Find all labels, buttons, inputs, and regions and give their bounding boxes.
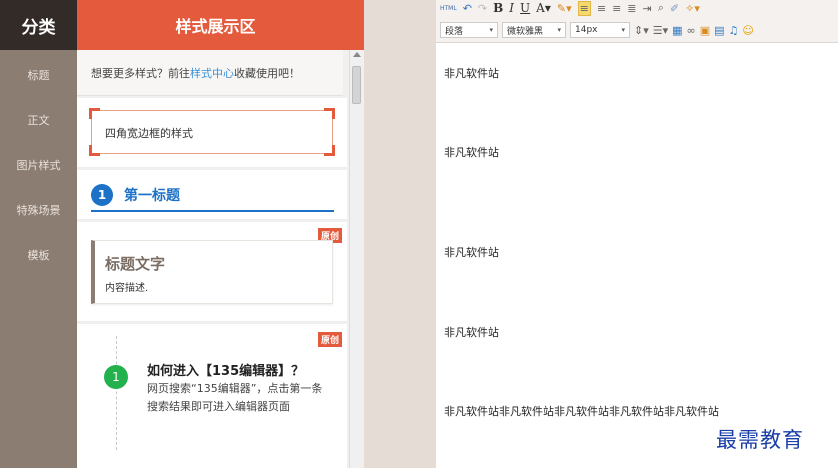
style-card-heading-box[interactable]: 原创 标题文字 内容描述. <box>77 222 347 322</box>
question-title: 如何进入【135编辑器】？ <box>147 364 305 379</box>
indent-icon[interactable]: ⇥ <box>643 2 652 15</box>
question-body: 网页搜索“135编辑器”，点击第一条搜索结果即可进入编辑器页面 <box>147 382 323 413</box>
original-badge: 原创 <box>318 332 342 347</box>
style-list: 想要更多样式？前往 样式中心 收藏使用吧！ 四角宽边框的样式 1 第一标题 原创 标… <box>77 50 364 468</box>
font-family-value: 微软雅黑 <box>507 26 544 37</box>
align-justify-icon[interactable]: ≣ <box>627 2 636 15</box>
editor-line: 非凡软件站 <box>444 146 499 159</box>
style-panel-header: 样式展示区 <box>77 0 364 50</box>
music-icon[interactable]: ♫ <box>729 24 739 37</box>
redo-icon[interactable]: ↷ <box>478 2 487 15</box>
chevron-down-icon: ▾ <box>557 26 561 34</box>
paragraph-format-select[interactable]: 段落 ▾ <box>440 22 498 38</box>
list-icon[interactable]: ☰▾ <box>653 24 668 37</box>
line-spacing-icon[interactable]: ⇕▾ <box>634 24 649 37</box>
category-item-special-scene[interactable]: 特殊场景 <box>0 187 77 232</box>
undo-icon[interactable]: ↶ <box>463 2 472 15</box>
style-list-scrollbar[interactable] <box>349 50 363 468</box>
html-source-button[interactable]: HTML <box>440 5 457 12</box>
category-header: 分类 <box>0 0 77 50</box>
italic-icon[interactable]: I <box>509 1 514 15</box>
tip-prefix: 想要更多样式？前往 <box>91 66 190 80</box>
format-brush-icon[interactable]: ✐ <box>670 2 679 15</box>
align-left-icon[interactable]: ≡ <box>577 0 591 16</box>
heading-title: 标题文字 <box>105 255 166 273</box>
clear-format-icon[interactable]: ✧▾ <box>685 2 700 15</box>
style-center-tip: 想要更多样式？前往 样式中心 收藏使用吧！ <box>77 50 343 96</box>
style-panel: 样式展示区 想要更多样式？前往 样式中心 收藏使用吧！ 四角宽边框的样式 1 第一标… <box>77 0 364 468</box>
editor-line: 非凡软件站非凡软件站非凡软件站非凡软件站非凡软件站 <box>444 405 719 418</box>
category-item-image-style[interactable]: 图片样式 <box>0 142 77 187</box>
editor-content[interactable]: 非凡软件站 非凡软件站 非凡软件站 非凡软件站 非凡软件站非凡软件站非凡软件站非… <box>436 44 838 468</box>
style-center-link[interactable]: 样式中心 <box>190 65 234 81</box>
editor-line: 非凡软件站 <box>444 326 499 339</box>
corner-bottom-right <box>324 145 335 156</box>
chevron-down-icon: ▾ <box>489 26 493 34</box>
tip-suffix: 收藏使用吧！ <box>234 66 300 80</box>
heading-box: 标题文字 内容描述. <box>91 240 333 304</box>
editor-line: 非凡软件站 <box>444 67 499 80</box>
chevron-down-icon: ▾ <box>621 26 625 34</box>
dashed-timeline <box>116 336 117 450</box>
scroll-up-arrow-icon[interactable] <box>353 52 361 57</box>
align-right-icon[interactable]: ≡ <box>612 2 621 15</box>
font-size-value: 14px <box>575 25 598 35</box>
style-card-first-title[interactable]: 1 第一标题 <box>77 170 347 220</box>
font-size-select[interactable]: 14px ▾ <box>570 22 630 38</box>
watermark-text: 最需教育 <box>716 428 804 452</box>
table-icon[interactable]: ▦ <box>672 24 682 37</box>
category-item-title[interactable]: 标题 <box>0 52 77 97</box>
link-icon[interactable]: ∞ <box>687 24 696 37</box>
emoji-icon[interactable]: ☺ <box>742 24 753 37</box>
corner-top-right <box>324 108 335 119</box>
editor-toolbar: HTML ↶ ↷ B I U A▾ ✎▾ ≡ ≡ ≡ ≣ ⇥ ⌕ ✐ ✧▾ 段落… <box>436 0 838 43</box>
editor-gutter <box>364 0 436 468</box>
underline-icon[interactable]: U <box>520 1 530 15</box>
toolbar-row-2: 段落 ▾ 微软雅黑 ▾ 14px ▾ ⇕▾ ☰▾ ▦ ∞ ▣ ▤ ♫ ☺ <box>440 21 754 39</box>
category-sidebar: 分类 标题 正文 图片样式 特殊场景 模板 <box>0 0 77 468</box>
corner-border-text: 四角宽边框的样式 <box>105 127 193 140</box>
category-item-body[interactable]: 正文 <box>0 97 77 142</box>
scrollbar-thumb[interactable] <box>352 66 361 104</box>
style-card-corner-border[interactable]: 四角宽边框的样式 <box>77 98 347 168</box>
find-replace-icon[interactable]: ⌕ <box>658 1 664 15</box>
toolbar-row-1: HTML ↶ ↷ B I U A▾ ✎▾ ≡ ≡ ≡ ≣ ⇥ ⌕ ✐ ✧▾ <box>440 0 700 16</box>
heading-description: 内容描述. <box>105 283 149 294</box>
save-icon[interactable]: ▤ <box>714 24 724 37</box>
category-item-template[interactable]: 模板 <box>0 232 77 277</box>
title-underline <box>91 210 334 212</box>
bold-icon[interactable]: B <box>493 1 503 15</box>
paragraph-format-value: 段落 <box>445 26 464 37</box>
corner-top-left <box>89 108 100 119</box>
title-number-circle: 1 <box>91 184 113 206</box>
first-title-text: 第一标题 <box>124 188 180 204</box>
corner-bottom-left <box>89 145 100 156</box>
step-number-circle: 1 <box>104 365 128 389</box>
style-card-step-qa[interactable]: 原创 1 如何进入【135编辑器】？ 网页搜索“135编辑器”，点击第一条搜索结… <box>77 324 347 468</box>
font-color-icon[interactable]: A▾ <box>536 1 551 15</box>
font-family-select[interactable]: 微软雅黑 ▾ <box>502 22 566 38</box>
align-center-icon[interactable]: ≡ <box>597 2 606 15</box>
editor-line: 非凡软件站 <box>444 246 499 259</box>
image-icon[interactable]: ▣ <box>700 24 710 37</box>
highlight-icon[interactable]: ✎▾ <box>557 2 572 15</box>
category-list: 标题 正文 图片样式 特殊场景 模板 <box>0 50 77 277</box>
corner-border-frame: 四角宽边框的样式 <box>89 108 335 156</box>
